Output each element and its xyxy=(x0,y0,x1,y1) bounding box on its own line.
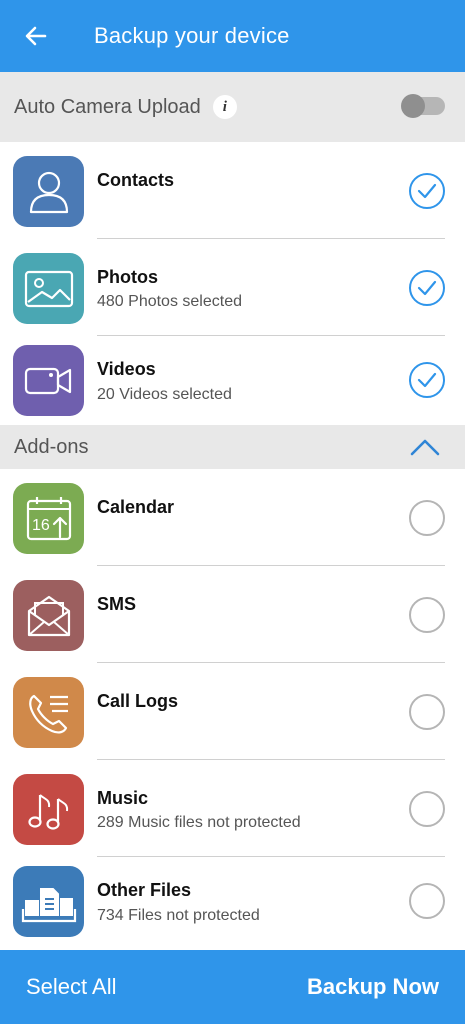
item-title: Photos xyxy=(97,267,158,287)
checked-icon[interactable] xyxy=(409,173,445,209)
addons-section-header[interactable]: Add-ons xyxy=(0,425,465,469)
list-item-sms[interactable]: SMS xyxy=(0,566,465,663)
item-title: Other Files xyxy=(97,880,192,900)
unchecked-circle-icon[interactable] xyxy=(409,883,445,919)
unchecked-circle-icon[interactable] xyxy=(409,694,445,730)
page-title: Backup your device xyxy=(94,23,290,48)
bottom-action-bar: Select All Backup Now xyxy=(0,950,465,1024)
toggle-knob xyxy=(401,94,425,118)
envelope-icon xyxy=(13,580,84,651)
list-item-call-logs[interactable]: Call Logs xyxy=(0,663,465,760)
calendar-icon: 16 xyxy=(13,483,84,554)
auto-camera-upload-row: Auto Camera Upload i xyxy=(0,72,465,142)
list-item-calendar[interactable]: 16 Calendar xyxy=(0,469,465,566)
back-button[interactable] xyxy=(0,0,72,72)
item-subtitle: 480 Photos selected xyxy=(97,293,242,310)
backup-screen: Backup your device Auto Camera Upload i … xyxy=(0,0,465,1024)
video-camera-icon xyxy=(13,345,84,416)
checked-icon[interactable] xyxy=(409,270,445,306)
auto-camera-upload-toggle[interactable] xyxy=(401,94,445,118)
item-title: Call Logs xyxy=(97,691,179,711)
app-header: Backup your device xyxy=(0,0,465,72)
unchecked-circle-icon[interactable] xyxy=(409,791,445,827)
checked-icon[interactable] xyxy=(409,362,445,398)
info-icon[interactable]: i xyxy=(212,95,237,119)
select-all-button[interactable]: Select All xyxy=(26,974,117,1000)
list-item-contacts[interactable]: Contacts xyxy=(0,142,465,239)
unchecked-circle-icon[interactable] xyxy=(409,500,445,536)
item-title: Videos xyxy=(97,359,156,379)
person-icon xyxy=(13,156,84,227)
arrow-left-icon xyxy=(25,26,47,46)
backup-now-button[interactable]: Backup Now xyxy=(307,974,439,1000)
item-subtitle: 289 Music files not protected xyxy=(97,814,301,831)
item-subtitle: 734 Files not protected xyxy=(97,907,260,924)
item-title: Music xyxy=(97,788,149,808)
music-note-icon xyxy=(13,774,84,845)
list-item-music[interactable]: Music 289 Music files not protected xyxy=(0,760,465,857)
phone-icon xyxy=(13,677,84,748)
list-item-videos[interactable]: Videos 20 Videos selected xyxy=(0,334,465,425)
list-item-photos[interactable]: Photos 480 Photos selected xyxy=(0,239,465,336)
item-title: Calendar xyxy=(97,497,175,517)
list-item-other-files[interactable]: Other Files 734 Files not protected xyxy=(0,855,465,950)
files-icon xyxy=(13,866,84,937)
addons-label: Add-ons xyxy=(14,435,89,458)
item-subtitle: 20 Videos selected xyxy=(97,386,232,403)
chevron-up-icon[interactable] xyxy=(409,436,441,458)
photo-icon xyxy=(13,253,84,324)
unchecked-circle-icon[interactable] xyxy=(409,597,445,633)
auto-camera-upload-label: Auto Camera Upload xyxy=(14,95,201,118)
calendar-day-text: 16 xyxy=(32,517,50,534)
item-title: SMS xyxy=(97,594,137,614)
item-title: Contacts xyxy=(97,170,175,190)
